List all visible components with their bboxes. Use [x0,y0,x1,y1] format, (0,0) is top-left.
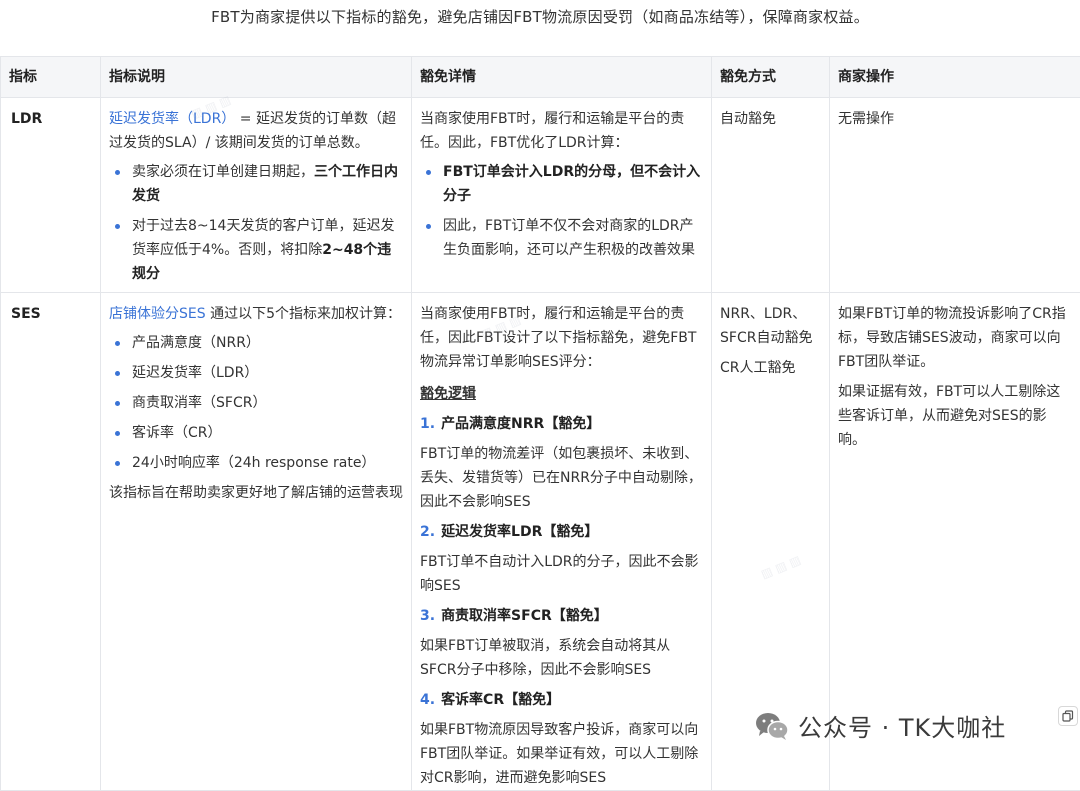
header-description: 指标说明 [101,57,412,98]
header-exemption-method: 豁免方式 [712,57,830,98]
copy-button[interactable] [1058,706,1078,726]
sub-text: 如果FBT订单被取消，系统会自动将其从SFCR分子中移除，因此不会影响SES [420,634,703,682]
header-indicator: 指标 [1,57,101,98]
ses-name: SES [1,293,101,791]
ldr-detail-bullet-1: FBT订单会计入LDR的分母，但不会计入分子 [443,160,703,208]
ses-description: 店铺体验分SES 通过以下5个指标来加权计算： 产品满意度（NRR） 延迟发货率… [101,293,412,791]
ses-item: 产品满意度（NRR） [132,331,403,355]
ldr-name: LDR [1,98,101,293]
sub-text: FBT订单不自动计入LDR的分子，因此不会影响SES [420,550,703,598]
header-exemption-detail: 豁免详情 [412,57,712,98]
table-row-ldr: LDR 延迟发货率（LDR） = 延迟发货的订单数（超过发货的SLA）/ 该期间… [1,98,1080,293]
ldr-detail-bullet-2: 因此，FBT订单不仅不会对商家的LDR产生负面影响，还可以产生积极的改善效果 [443,214,703,262]
ses-method-2: CR人工豁免 [720,356,821,380]
ses-method-1: NRR、LDR、SFCR自动豁免 [720,302,821,350]
ldr-link[interactable]: 延迟发货率（LDR） [109,111,235,127]
ses-item: 商责取消率（SFCR） [132,391,403,415]
exemption-logic-title: 豁免逻辑 [420,382,703,406]
brand-text: 公众号 · TK大咖社 [798,708,1006,743]
brand-footer: 公众号 · TK大咖社 [754,708,1006,743]
ldr-method: 自动豁免 [712,98,830,293]
sub-heading: 1.产品满意度NRR【豁免】 [420,412,703,436]
ldr-action: 无需操作 [830,98,1080,293]
ldr-detail-text: 当商家使用FBT时，履行和运输是平台的责任。因此，FBT优化了LDR计算： [420,107,703,155]
ldr-detail: 当商家使用FBT时，履行和运输是平台的责任。因此，FBT优化了LDR计算： FB… [412,98,712,293]
copy-icon [1062,710,1074,722]
intro-text: FBT为商家提供以下指标的豁免，避免店铺因FBT物流原因受罚（如商品冻结等），保… [0,6,1080,27]
table-header-row: 指标 指标说明 豁免详情 豁免方式 商家操作 [1,57,1080,98]
ses-detail: 当商家使用FBT时，履行和运输是平台的责任，因此FBT设计了以下指标豁免，避免F… [412,293,712,791]
ses-action-1: 如果FBT订单的物流投诉影响了CR指标，导致店铺SES波动，商家可以向FBT团队… [838,302,1072,374]
ses-item: 延迟发货率（LDR） [132,361,403,385]
wechat-icon [754,710,790,742]
ses-detail-text: 当商家使用FBT时，履行和运输是平台的责任，因此FBT设计了以下指标豁免，避免F… [420,302,703,374]
sub-text: 如果FBT物流原因导致客户投诉，商家可以向FBT团队举证。如果举证有效，可以人工… [420,718,703,790]
indicator-table: 指标 指标说明 豁免详情 豁免方式 商家操作 LDR 延迟发货率（LDR） = … [0,56,1080,791]
ldr-bullet-2: 对于过去8~14天发货的客户订单，延迟发货率应低于4%。否则，将扣除2~48个违… [132,214,403,286]
sub-heading: 2.延迟发货率LDR【豁免】 [420,520,703,544]
header-merchant-action: 商家操作 [830,57,1080,98]
ses-link[interactable]: 店铺体验分SES [109,306,206,322]
ses-action-2: 如果证据有效，FBT可以人工剔除这些客诉订单，从而避免对SES的影响。 [838,380,1072,452]
sub-heading: 4.客诉率CR【豁免】 [420,688,703,712]
sub-text: FBT订单的物流差评（如包裹损坏、未收到、丢失、发错货等）已在NRR分子中自动剔… [420,442,703,514]
sub-heading: 3.商责取消率SFCR【豁免】 [420,604,703,628]
ses-item: 24小时响应率（24h response rate） [132,451,403,475]
ldr-bullet-1: 卖家必须在订单创建日期起，三个工作日内发货 [132,160,403,208]
ses-desc-text: 通过以下5个指标来加权计算： [206,306,401,322]
ses-desc-footer: 该指标旨在帮助卖家更好地了解店铺的运营表现 [109,481,403,505]
ses-item: 客诉率（CR） [132,421,403,445]
ldr-description: 延迟发货率（LDR） = 延迟发货的订单数（超过发货的SLA）/ 该期间发货的订… [101,98,412,293]
